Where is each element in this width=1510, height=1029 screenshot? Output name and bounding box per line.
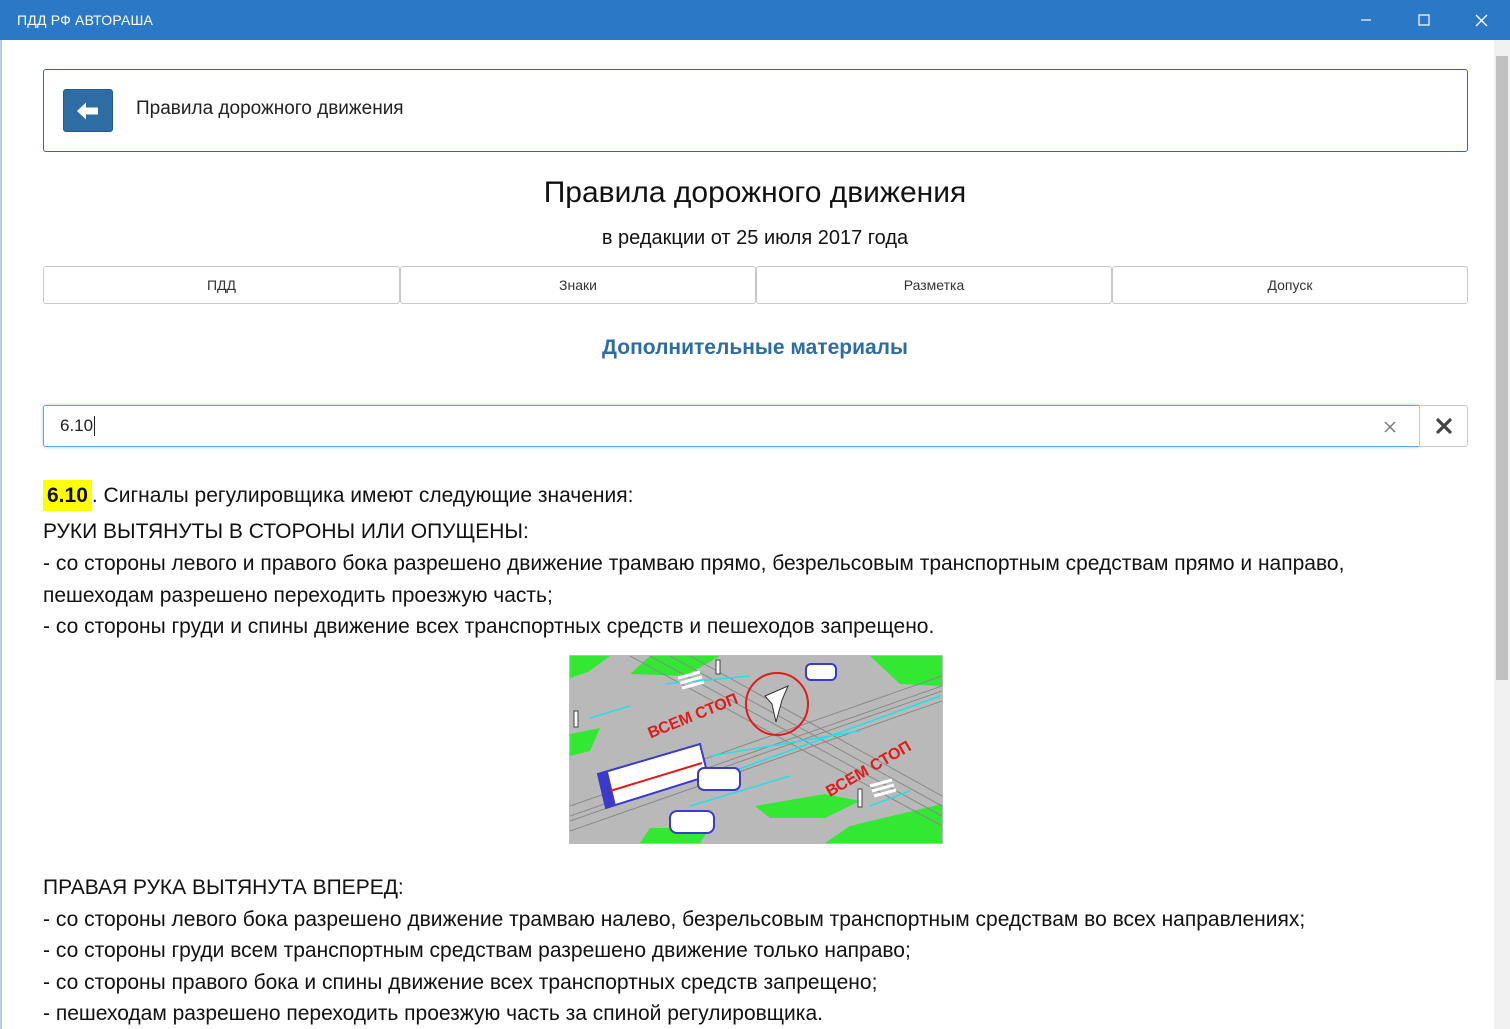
rule-number-highlight: 6.10 xyxy=(43,480,92,511)
rule-text-line: - пешеходам разрешено переходить проезжу… xyxy=(43,1002,823,1025)
maximize-icon xyxy=(1418,14,1430,26)
rule-text-line: - со стороны груди и спины движение всех… xyxy=(43,615,935,638)
times-icon xyxy=(1435,418,1452,434)
header-title: Правила дорожного движения xyxy=(136,98,404,119)
header-card: Правила дорожного движения xyxy=(43,69,1468,152)
rule-text-line: - со стороны груди всем транспортным сре… xyxy=(43,939,911,962)
close-icon xyxy=(1475,14,1487,26)
minimize-button[interactable] xyxy=(1338,0,1394,40)
scrollbar-thumb[interactable] xyxy=(1496,56,1508,680)
rule-text-line: - со стороны левого бока разрешено движе… xyxy=(43,908,1306,931)
minimize-icon xyxy=(1361,19,1371,21)
intersection-diagram: ВСЕМ СТОП ВСЕМ СТОП xyxy=(569,655,943,843)
section-tabs: ПДД Знаки Разметка Допуск xyxy=(43,266,1468,304)
search-field[interactable]: 6.10 xyxy=(43,405,1420,447)
tab-admission[interactable]: Допуск xyxy=(1112,266,1468,304)
tab-signs[interactable]: Знаки xyxy=(400,266,756,304)
reset-search-button[interactable] xyxy=(1419,405,1468,447)
rule-heading-text: . Сигналы регулировщика имеют следующие … xyxy=(91,484,634,507)
back-button[interactable] xyxy=(63,89,113,132)
extra-materials-link[interactable]: Дополнительные материалы xyxy=(0,336,1510,360)
page-subtitle: в редакции от 25 июля 2017 года xyxy=(601,227,909,249)
section-title: ПРАВАЯ РУКА ВЫТЯНУТА ВПЕРЕД: xyxy=(43,876,404,899)
window-titlebar: ПДД РФ АВТОРАША xyxy=(0,0,1510,40)
section-title: РУКИ ВЫТЯНУТЫ В СТОРОНЫ ИЛИ ОПУЩЕНЫ: xyxy=(43,520,529,543)
tab-pdd[interactable]: ПДД xyxy=(43,266,400,304)
search-input[interactable]: 6.10 xyxy=(60,416,93,436)
page-title: Правила дорожного движения xyxy=(543,176,967,209)
rule-heading: 6.10. Сигналы регулировщика имеют следую… xyxy=(43,480,634,511)
traffic-controller-illustration: ВСЕМ СТОП ВСЕМ СТОП xyxy=(569,655,943,844)
arrow-left-icon xyxy=(77,102,98,119)
text-cursor xyxy=(94,416,95,436)
clear-search-button[interactable] xyxy=(1381,418,1399,436)
clear-x-icon xyxy=(1384,421,1396,433)
rule-text-line: пешеходам разрешено переходить проезжую … xyxy=(43,584,553,607)
tab-markings[interactable]: Разметка xyxy=(756,266,1112,304)
rule-text-line: - со стороны левого и правого бока разре… xyxy=(43,552,1345,575)
close-button[interactable] xyxy=(1453,0,1509,40)
rule-text-line: - со стороны правого бока и спины движен… xyxy=(43,971,878,994)
app-title: ПДД РФ АВТОРАША xyxy=(17,12,154,28)
maximize-button[interactable] xyxy=(1396,0,1452,40)
